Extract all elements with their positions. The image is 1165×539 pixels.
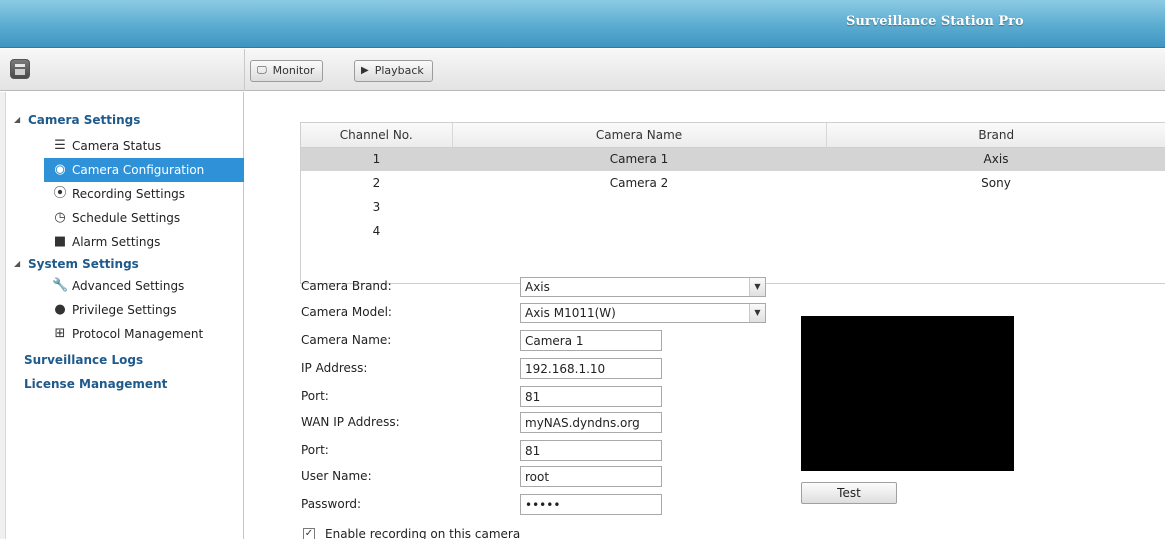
group-label: System Settings (28, 257, 139, 271)
camera-table: Channel No. Camera Name Brand 1 Camera 1… (300, 122, 1165, 284)
sidebar-item-label: Camera Status (72, 139, 162, 153)
table-row[interactable]: 3 (301, 195, 1165, 219)
cell-camera-name (452, 219, 826, 243)
sidebar: ◢ Camera Settings ☰ Camera Status ◉ Came… (0, 92, 244, 539)
collapse-triangle-icon: ◢ (14, 115, 21, 124)
sidebar-item-camera-configuration[interactable]: ◉ Camera Configuration (44, 158, 244, 182)
sidebar-item-advanced-settings[interactable]: 🔧 Advanced Settings (44, 274, 244, 298)
enable-recording-row: ✓ Enable recording on this camera (303, 526, 520, 539)
sidebar-item-label: Recording Settings (72, 187, 186, 201)
password-label: Password: (301, 497, 362, 511)
cell-brand (826, 195, 1165, 219)
column-header-brand[interactable]: Brand (826, 123, 1165, 148)
sidebar-item-recording-settings[interactable]: ⦿ Recording Settings (44, 182, 244, 206)
camera-model-select[interactable]: Axis M1011(W) ▼ (520, 303, 766, 323)
cell-brand: Sony (981, 176, 1011, 190)
link-license-management[interactable]: License Management (24, 374, 167, 394)
monitor-button[interactable]: 🖵 Monitor (250, 60, 324, 82)
chevron-down-icon[interactable]: ▼ (749, 304, 765, 322)
cell-brand: Axis (826, 147, 1165, 171)
ip-address-input[interactable] (520, 358, 662, 379)
sidebar-item-label: Camera Configuration (72, 163, 205, 177)
link-surveillance-logs[interactable]: Surveillance Logs (24, 350, 143, 370)
clock-icon: ◷ (54, 210, 66, 225)
port-input[interactable] (520, 386, 662, 407)
group-system-settings[interactable]: ◢ System Settings (14, 254, 139, 274)
collapse-triangle-icon: ◢ (14, 259, 21, 268)
test-button[interactable]: Test (801, 482, 897, 504)
group-label: Camera Settings (28, 113, 141, 127)
enable-recording-checkbox[interactable]: ✓ (303, 528, 315, 539)
sidebar-item-privilege-settings[interactable]: ● Privilege Settings (44, 298, 244, 322)
monitor-icon: 🖵 (257, 65, 267, 76)
camera-preview (801, 316, 1014, 471)
cell-channel: 2 (372, 176, 381, 190)
network-icon: ⊞ (54, 326, 66, 341)
table-row[interactable]: 1 Camera 1 Axis (301, 147, 1165, 171)
toolbar-divider (244, 49, 245, 91)
camera-name-input[interactable] (520, 330, 662, 351)
record-icon: ⦿ (53, 186, 67, 201)
camera-brand-value: Axis (525, 280, 550, 294)
user-name-label: User Name: (301, 469, 372, 483)
column-header-camera-name[interactable]: Camera Name (452, 123, 827, 148)
sidebar-item-label: Protocol Management (72, 327, 204, 341)
app-menu-icon[interactable] (10, 59, 30, 79)
toolbar: 🖵 Monitor ▶ Playback (0, 49, 1165, 91)
cell-channel: 1 (301, 147, 452, 171)
sidebar-item-label: Privilege Settings (72, 303, 177, 317)
title-bar: Surveillance Station Pro (0, 0, 1165, 48)
camera-brand-label: Camera Brand: (301, 279, 392, 293)
sidebar-item-label: Advanced Settings (72, 279, 185, 293)
camera-name-label: Camera Name: (301, 333, 392, 347)
camera-brand-select[interactable]: Axis ▼ (520, 277, 766, 297)
chevron-down-icon[interactable]: ▼ (749, 278, 765, 296)
sidebar-item-label: Alarm Settings (72, 235, 161, 249)
camera-icon: ◉ (54, 162, 66, 177)
table-row[interactable]: 4 (301, 219, 1165, 243)
wrench-icon: 🔧 (52, 278, 69, 293)
wan-ip-input[interactable] (520, 412, 662, 433)
sidebar-edge (0, 92, 6, 539)
play-icon: ▶ (361, 65, 369, 76)
column-header-channel[interactable]: Channel No. (301, 123, 453, 148)
alarm-icon: ■ (53, 234, 67, 249)
sidebar-item-alarm-settings[interactable]: ■ Alarm Settings (44, 230, 244, 254)
camera-model-label: Camera Model: (301, 305, 392, 319)
sidebar-item-camera-status[interactable]: ☰ Camera Status (44, 134, 244, 158)
cell-brand (826, 219, 1165, 243)
enable-recording-label: Enable recording on this camera (325, 527, 521, 539)
camera-model-value: Axis M1011(W) (525, 306, 616, 320)
cell-channel: 3 (372, 200, 381, 214)
password-input[interactable] (520, 494, 662, 515)
sidebar-item-protocol-management[interactable]: ⊞ Protocol Management (44, 322, 244, 346)
ip-address-label: IP Address: (301, 361, 368, 375)
cell-channel: 4 (372, 224, 381, 238)
sidebar-item-label: Schedule Settings (72, 211, 181, 225)
port-label: Port: (301, 389, 329, 403)
user-icon: ● (54, 302, 66, 317)
wan-port-input[interactable] (520, 440, 662, 461)
list-icon: ☰ (54, 138, 66, 153)
cell-camera-name: Camera 2 (609, 176, 669, 190)
group-camera-settings[interactable]: ◢ Camera Settings (14, 110, 141, 130)
table-row[interactable]: 2 Camera 2 Sony (301, 171, 1165, 195)
cell-camera-name (452, 195, 826, 219)
playback-button[interactable]: ▶ Playback (354, 60, 433, 82)
main-content: Channel No. Camera Name Brand 1 Camera 1… (245, 92, 1165, 539)
monitor-label: Monitor (272, 64, 315, 77)
sidebar-item-schedule-settings[interactable]: ◷ Schedule Settings (44, 206, 244, 230)
app-title: Surveillance Station Pro (846, 14, 1024, 29)
wan-port-label: Port: (301, 443, 329, 457)
user-name-input[interactable] (520, 466, 662, 487)
cell-camera-name: Camera 1 (452, 147, 826, 171)
wan-ip-label: WAN IP Address: (301, 415, 400, 429)
playback-label: Playback (374, 64, 424, 77)
